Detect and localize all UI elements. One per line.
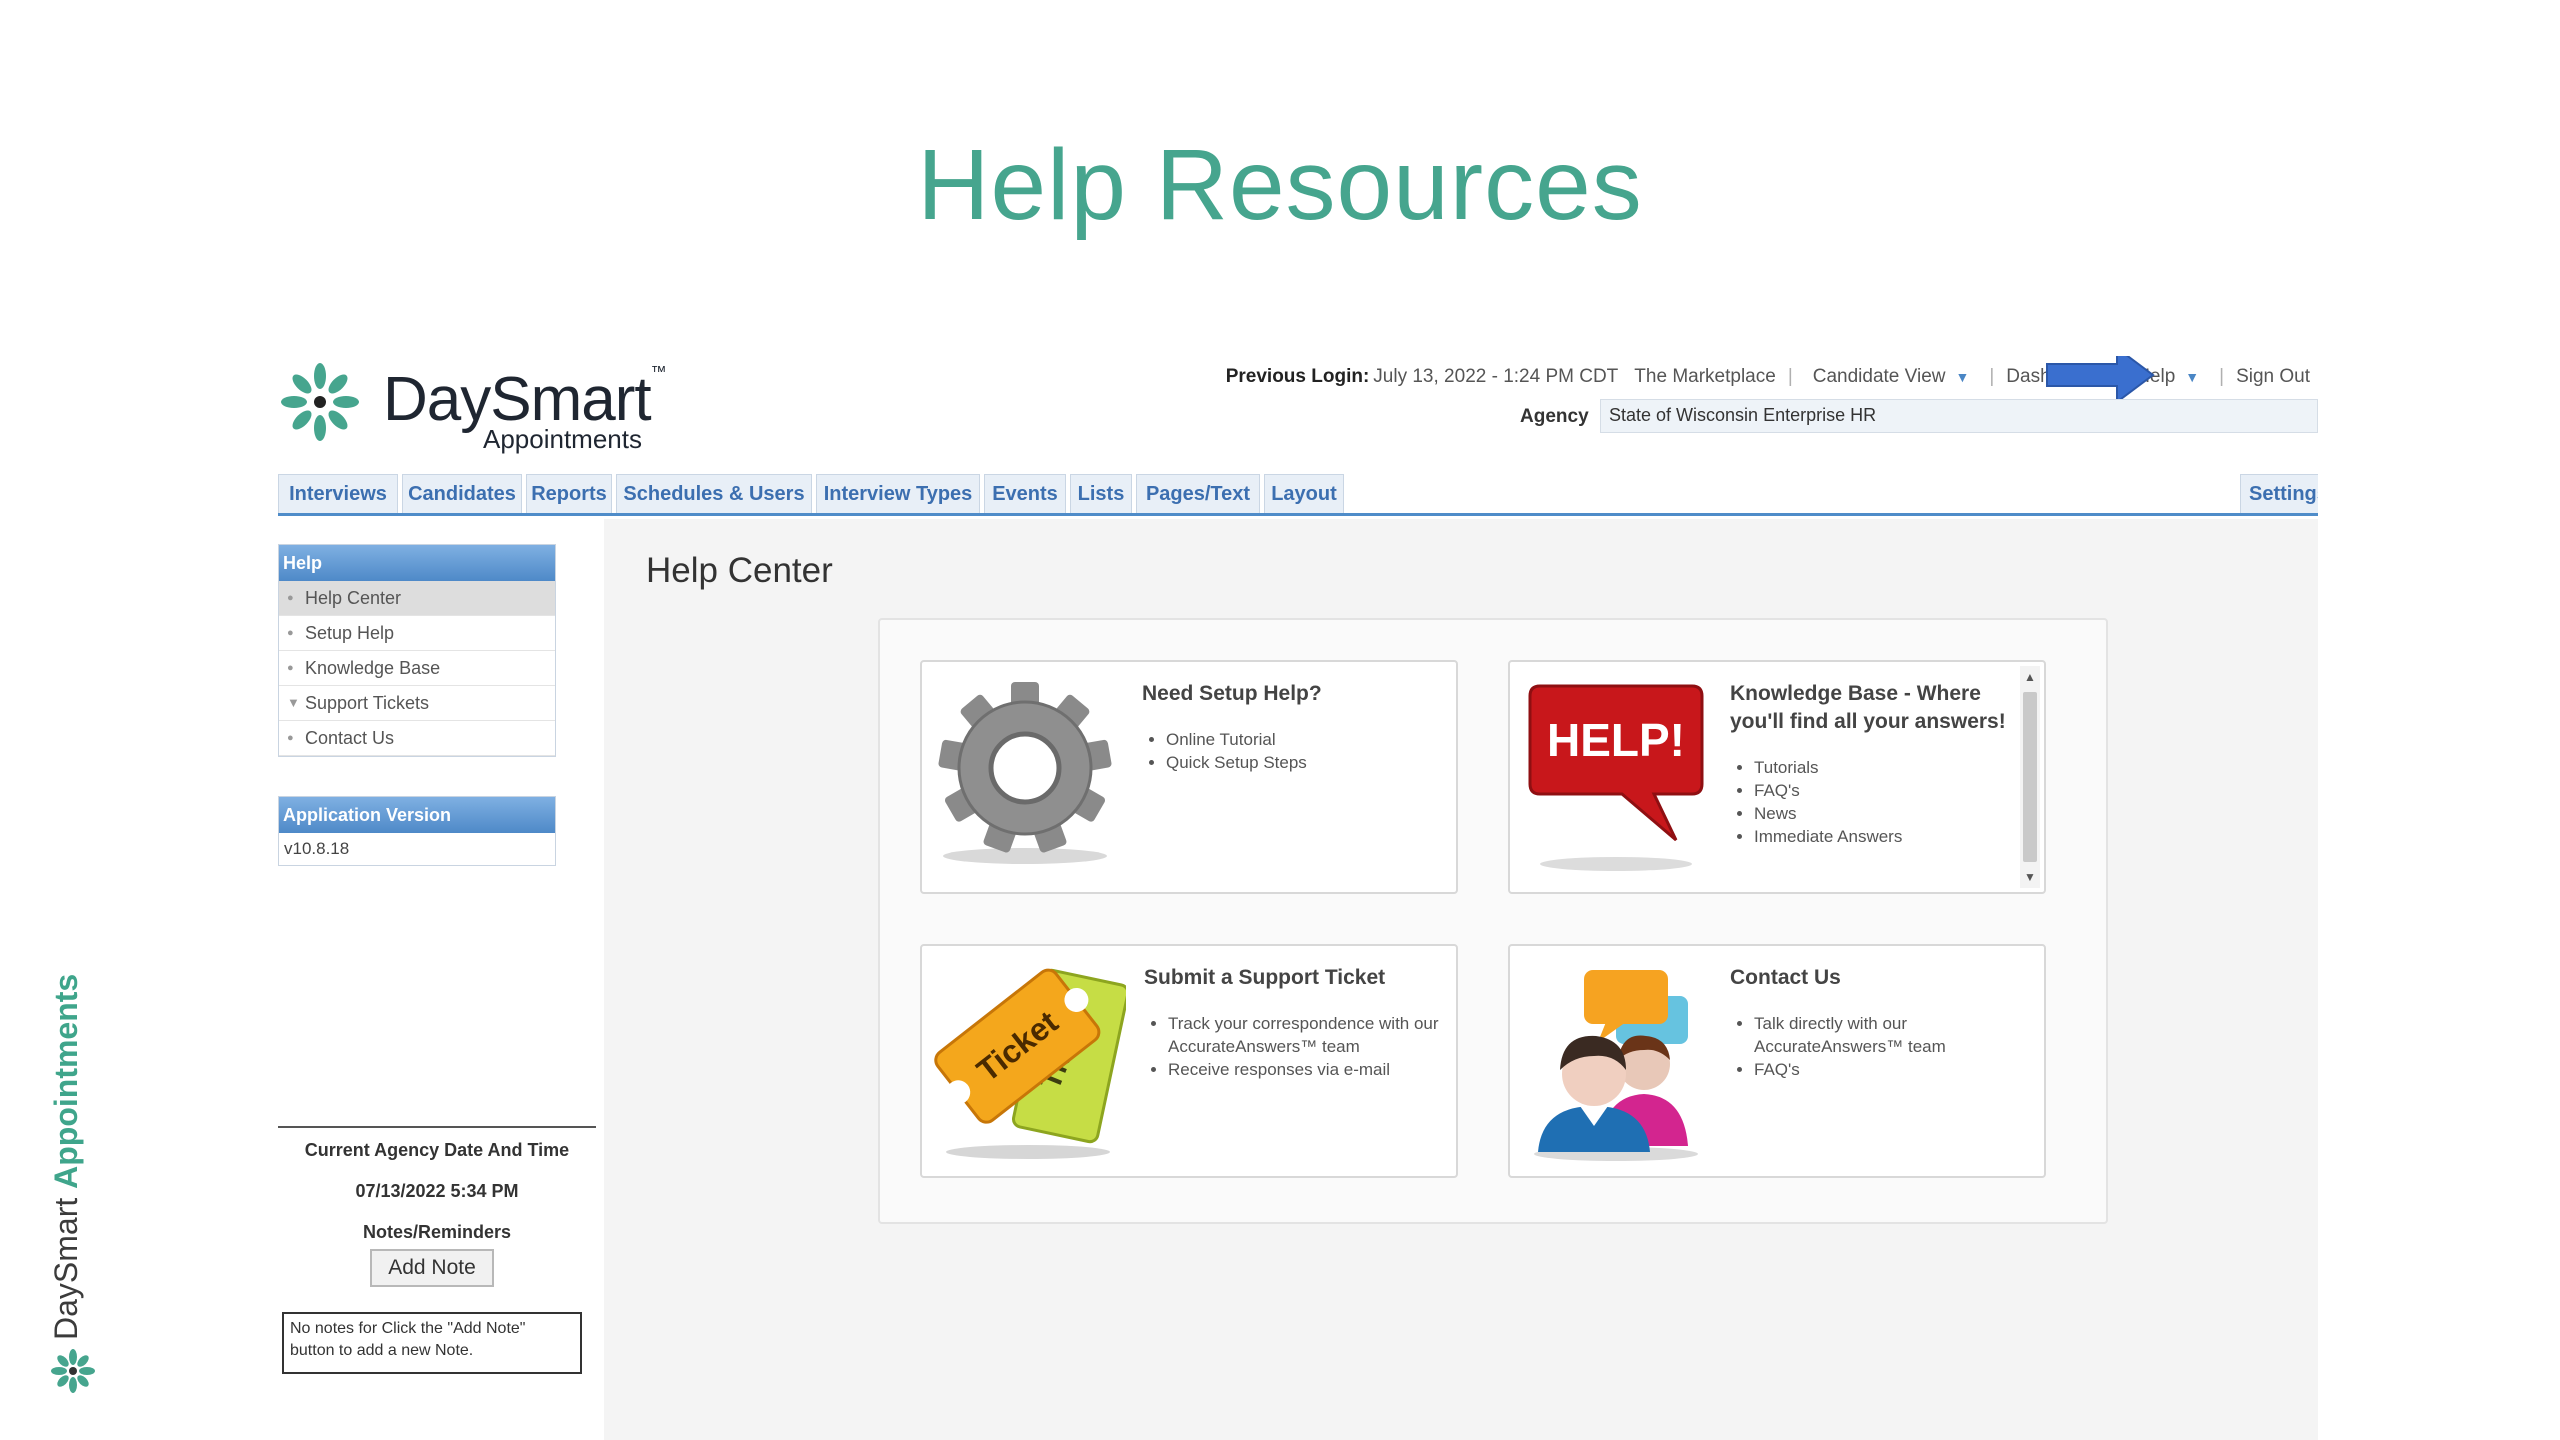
daysmart-logo-icon xyxy=(281,363,359,441)
sidebar-header-version: Application Version xyxy=(279,797,555,833)
list-item: Tutorials xyxy=(1754,756,2010,779)
sidebar-item-label: Contact Us xyxy=(305,728,395,748)
card-title: Submit a Support Ticket xyxy=(1144,966,1386,989)
tab-interview-types[interactable]: Interview Types xyxy=(816,474,980,513)
card-list: Talk directly with our AccurateAnswers™ … xyxy=(1730,1012,2010,1081)
candidate-view-link[interactable]: Candidate View ▼ xyxy=(1797,366,1986,388)
add-note-button[interactable]: Add Note xyxy=(370,1249,494,1287)
card-setup-help[interactable]: Need Setup Help? Online Tutorial Quick S… xyxy=(920,660,1458,894)
people-chat-icon xyxy=(1534,970,1698,1161)
page-title: Help Center xyxy=(646,551,833,590)
scroll-down-icon[interactable]: ▼ xyxy=(2020,868,2040,886)
version-value: v10.8.18 xyxy=(284,839,350,858)
divider: | xyxy=(2219,366,2225,387)
tab-pages-text[interactable]: Pages/Text xyxy=(1136,474,1260,513)
help-speech-bubble-icon: HELP! xyxy=(1528,684,1704,871)
marketplace-link[interactable]: The Marketplace xyxy=(1626,366,1784,388)
previous-login-label: Previous Login: xyxy=(1225,366,1370,387)
logo-subtitle: Appointments xyxy=(483,424,642,454)
previous-login-value: July 13, 2022 - 1:24 PM CDT xyxy=(1373,366,1619,387)
scroll-up-icon[interactable]: ▲ xyxy=(2020,668,2040,686)
card-list: Online Tutorial Quick Setup Steps xyxy=(1142,728,1442,774)
divider: | xyxy=(1787,366,1793,387)
notes-label: Notes/Reminders xyxy=(362,1222,512,1242)
sidebar-header-help: Help xyxy=(279,545,555,581)
side-brand-name: DaySmart xyxy=(48,1188,84,1340)
sidebar-item-contact-us[interactable]: ● Contact Us xyxy=(279,721,555,756)
card-contact-us[interactable]: Contact Us Talk directly with our Accura… xyxy=(1508,944,2046,1178)
tab-settings[interactable]: Settings xyxy=(2240,474,2318,513)
list-item: Track your correspondence with our Accur… xyxy=(1168,1012,1444,1058)
main-nav: Interviews Candidates Reports Schedules … xyxy=(278,474,2318,516)
side-brand-product: Appointments xyxy=(48,973,84,1189)
agency-date-section: Current Agency Date And Time 07/13/2022 … xyxy=(278,1126,596,1242)
agency-label: Agency xyxy=(1520,406,1589,427)
divider: | xyxy=(1989,366,1995,387)
bullet-icon: ● xyxy=(287,592,294,604)
card-support-ticket[interactable]: Tick Ticket Submit a Support Ticket Trac… xyxy=(920,944,1458,1178)
ticket-icon: Tick Ticket xyxy=(934,968,1126,1159)
sidebar-item-label: Setup Help xyxy=(305,623,395,643)
list-item: Quick Setup Steps xyxy=(1166,751,1442,774)
bullet-icon: ● xyxy=(287,627,294,639)
list-item: News xyxy=(1754,802,2010,825)
help-sidebar: Help ● Help Center ● Setup Help ● Knowledge… xyxy=(278,544,556,757)
version-box: Application Version v10.8.18 xyxy=(278,796,556,866)
card-title: Knowledge Base - Where you'll find all y… xyxy=(1730,682,2006,733)
agency-select[interactable]: State of Wisconsin Enterprise HR xyxy=(1600,399,2318,433)
gear-icon xyxy=(938,682,1112,864)
list-item: Online Tutorial xyxy=(1166,728,1442,751)
list-item: FAQ's xyxy=(1754,1058,2010,1081)
tab-interviews[interactable]: Interviews xyxy=(278,474,398,513)
scrollbar-thumb[interactable] xyxy=(2023,692,2037,862)
sidebar-item-setup-help[interactable]: ● Setup Help xyxy=(279,616,555,651)
sidebar-item-knowledge-base[interactable]: ● Knowledge Base xyxy=(279,651,555,686)
card-title: Contact Us xyxy=(1730,966,1841,989)
sidebar-item-label: Knowledge Base xyxy=(305,658,441,678)
sign-out-link[interactable]: Sign Out xyxy=(2228,366,2318,388)
notes-box: No notes for Click the "Add Note" button… xyxy=(282,1312,582,1374)
agency-date-value: 07/13/2022 5:34 PM xyxy=(355,1181,519,1201)
help-panel: Need Setup Help? Online Tutorial Quick S… xyxy=(878,618,2108,1224)
tab-candidates[interactable]: Candidates xyxy=(402,474,522,513)
candidate-view-label: Candidate View xyxy=(1812,366,1946,387)
bullet-icon: ● xyxy=(287,662,294,674)
chevron-down-icon: ▼ xyxy=(2185,369,2200,385)
card-list: Track your correspondence with our Accur… xyxy=(1144,1012,1444,1081)
daysmart-logo-icon xyxy=(51,1349,95,1393)
scrollbar[interactable]: ▲ ▼ xyxy=(2020,666,2040,888)
tab-schedules-users[interactable]: Schedules & Users xyxy=(616,474,812,513)
bullet-icon: ● xyxy=(287,732,294,744)
card-knowledge-base[interactable]: HELP! Knowledge Base - Where you'll find… xyxy=(1508,660,2046,894)
side-brand: DaySmart Appointments xyxy=(42,740,90,1340)
sidebar-item-help-center[interactable]: ● Help Center xyxy=(279,581,555,616)
agency-date-label: Current Agency Date And Time xyxy=(304,1140,570,1160)
chevron-down-icon: ▼ xyxy=(287,695,300,710)
sidebar-item-label: Support Tickets xyxy=(305,693,430,713)
card-title: Need Setup Help? xyxy=(1142,682,1322,705)
chevron-down-icon: ▼ xyxy=(1955,369,1970,385)
list-item: FAQ's xyxy=(1754,779,2010,802)
sidebar-item-support-tickets[interactable]: ▼ Support Tickets xyxy=(279,686,555,721)
tab-events[interactable]: Events xyxy=(984,474,1066,513)
tab-reports[interactable]: Reports xyxy=(526,474,612,513)
list-item: Receive responses via e-mail xyxy=(1168,1058,1444,1081)
tab-lists[interactable]: Lists xyxy=(1070,474,1132,513)
sidebar-item-label: Help Center xyxy=(305,588,402,608)
list-item: Immediate Answers xyxy=(1754,825,2010,848)
app-screenshot: DaySmart™ Appointments Previous Login: J… xyxy=(278,356,2318,1440)
tab-layout[interactable]: Layout xyxy=(1264,474,1344,513)
card-list: Tutorials FAQ's News Immediate Answers xyxy=(1730,756,2010,848)
slide-title: Help Resources xyxy=(917,129,1643,241)
list-item: Talk directly with our AccurateAnswers™ … xyxy=(1754,1012,2010,1058)
help-art-text: HELP! xyxy=(1547,714,1685,766)
logo-trademark: ™ xyxy=(650,364,667,381)
